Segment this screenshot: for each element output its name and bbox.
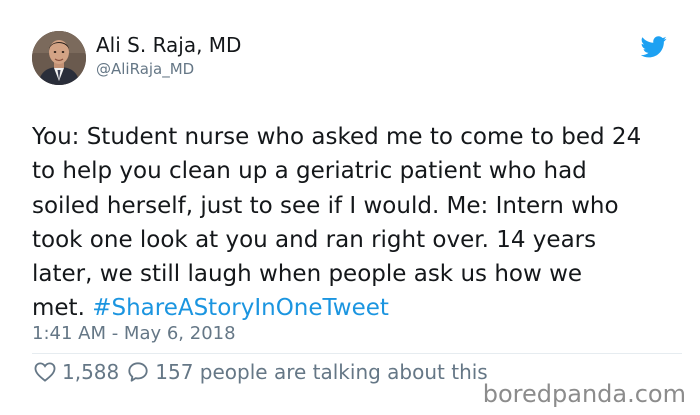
like-button[interactable]: 1,588	[34, 360, 127, 384]
author-handle[interactable]: @AliRaja_MD	[96, 60, 194, 78]
tweet-line: met.	[32, 295, 85, 322]
author-avatar[interactable]	[32, 31, 86, 85]
avatar-photo	[32, 31, 86, 85]
hashtag-link[interactable]: #ShareAStoryInOneTweet	[92, 295, 389, 321]
heart-icon	[34, 362, 56, 382]
tweet-card: Ali S. Raja, MD @AliRaja_MD You: Student…	[0, 0, 700, 415]
tweet-actions: 1,588 157 people are talking about this	[34, 358, 488, 386]
tweet-timestamp[interactable]: 1:41 AM - May 6, 2018	[32, 322, 236, 346]
tweet-line: You: Student nurse who asked me to come …	[32, 124, 642, 150]
reply-conversation-button[interactable]: 157 people are talking about this	[127, 360, 488, 384]
tweet-line: later, we still laugh when people ask us…	[32, 261, 583, 288]
author-display-name[interactable]: Ali S. Raja, MD	[96, 33, 241, 57]
divider	[32, 353, 682, 354]
twitter-bird-icon[interactable]	[641, 36, 667, 58]
like-count: 1,588	[62, 360, 120, 384]
talking-about-text: 157 people are talking about this	[155, 360, 488, 384]
tweet-last-line: met. #ShareAStoryInOneTweet	[32, 291, 682, 325]
tweet-line: soiled herself, just to see if I would. …	[32, 192, 619, 219]
tweet-text: You: Student nurse who asked me to come …	[32, 120, 682, 326]
speech-bubble-icon	[128, 362, 148, 382]
tweet-line: to help you clean up a geriatric patient…	[32, 158, 587, 185]
tweet-line: took one look at you and ran right over.…	[32, 226, 597, 253]
source-watermark: boredpanda.com	[482, 380, 686, 408]
